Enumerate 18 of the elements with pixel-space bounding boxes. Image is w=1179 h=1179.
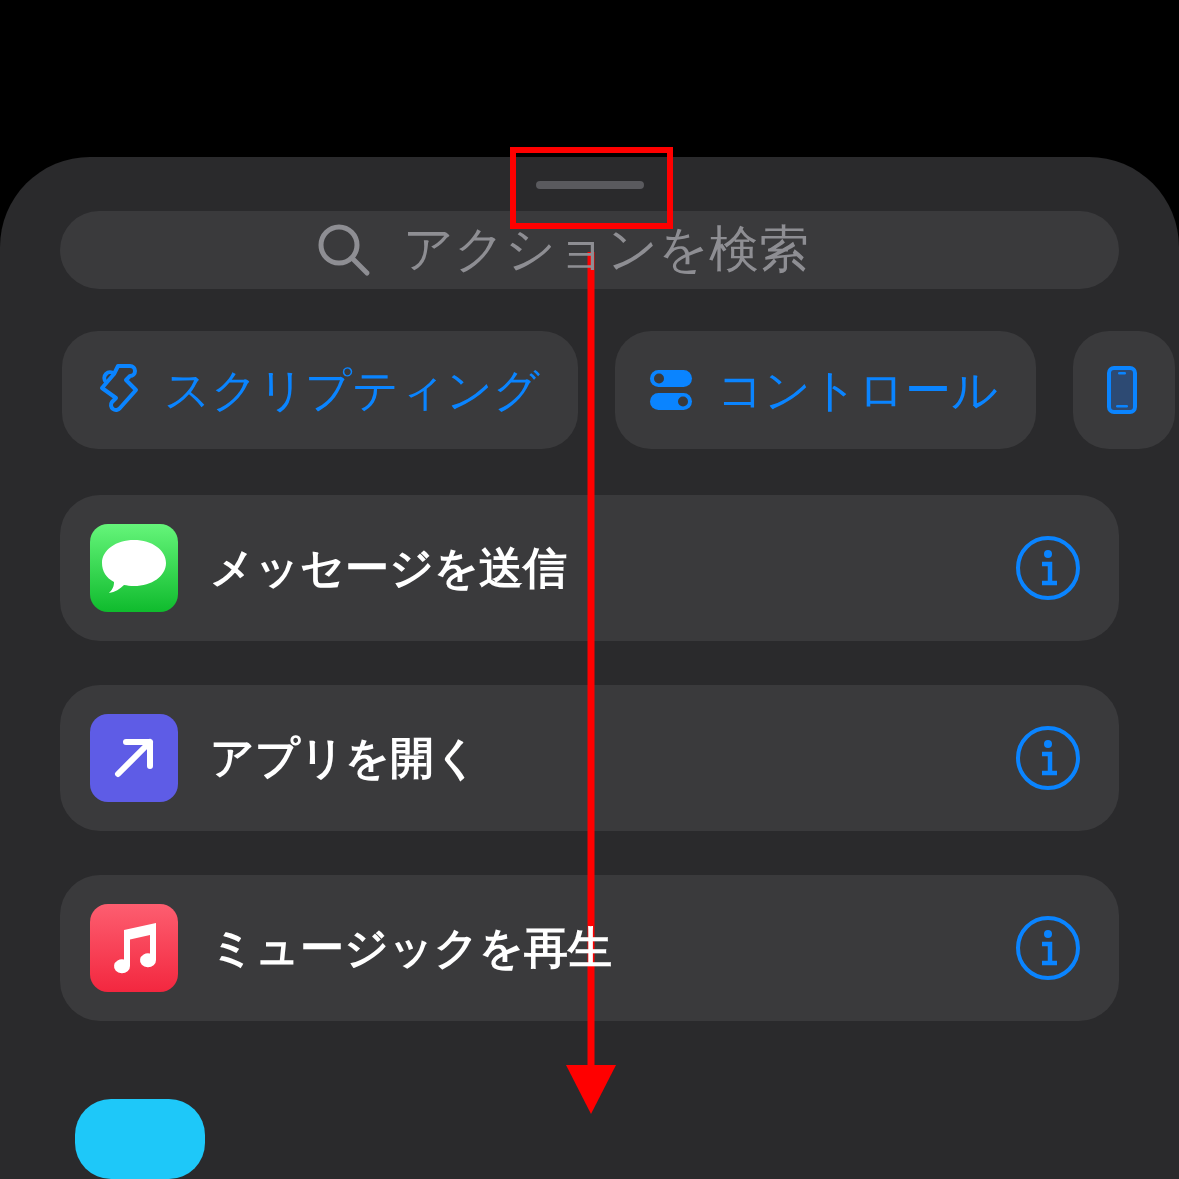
action-row[interactable]: アプリを開く [60,685,1119,831]
category-chip[interactable] [1073,331,1175,449]
arrow-app-icon [90,714,178,802]
search-field[interactable]: アクションを検索 [402,212,863,288]
info-icon[interactable] [1015,915,1081,981]
toggles-icon [649,368,693,412]
info-icon[interactable] [1015,535,1081,601]
search-bar[interactable]: アクションを検索 [60,210,1119,289]
app-icon [75,1099,205,1179]
action-row[interactable]: メッセージを送信 [60,495,1119,641]
action-title: アプリを開く [210,731,479,785]
speech-bubble-app-icon [90,524,178,612]
search-icon [316,222,371,277]
info-icon[interactable] [1015,725,1081,791]
grabber-handle[interactable] [535,181,644,189]
music-note-app-icon [90,904,178,992]
action-title: メッセージを送信 [210,541,567,595]
phone-icon [1107,366,1137,414]
